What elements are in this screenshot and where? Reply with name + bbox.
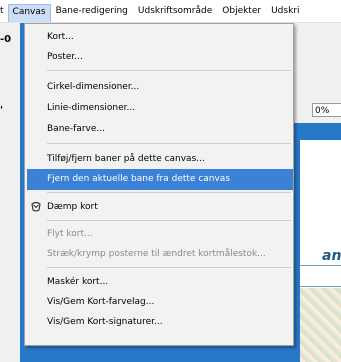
menu-item-vis-gem-kort-farvelag[interactable]: Vis/Gem Kort-farvelag... [27,292,293,313]
map-image [300,288,341,362]
canvas-line [300,265,341,266]
menu-canvas[interactable]: Canvas [7,4,51,22]
menu-item-masker-kort[interactable]: Maskér kort... [27,272,293,293]
menu-separator [47,267,291,268]
menu-item-poster[interactable]: Poster... [27,47,293,68]
menu-item-linie-dimensioner[interactable]: Linie-dimensioner... [27,98,293,119]
toolbar-fragment: ' [0,105,4,116]
menu-separator [47,220,291,221]
menu-item-partial[interactable]: t [0,4,7,22]
menu-separator [47,70,291,71]
menu-objekter[interactable]: Objekter [217,4,266,22]
menu-udskriv-partial[interactable]: Udskri [266,4,304,22]
zoom-field[interactable]: 0% [312,103,341,117]
menu-item-fjern-aktuelle-bane[interactable]: Fjern den aktuelle bane fra dette canvas [27,169,293,190]
check-icon [31,201,41,212]
menu-item-kort[interactable]: Kort... [27,27,293,48]
canvas-dropdown-menu: Kort... Poster... Cirkel-dimensioner... … [24,23,294,346]
menu-separator [47,192,291,193]
menu-bar: t Canvas Bane-redigering Udskriftsområde… [0,0,341,23]
canvas-line [300,286,341,287]
toolbar-fragment: -0 [0,34,12,45]
menu-item-vis-gem-kort-signaturer[interactable]: Vis/Gem Kort-signaturer... [27,312,293,333]
canvas-title-fragment: an [322,248,341,264]
menu-separator [47,143,291,144]
menu-item-tilfoej-fjern-baner[interactable]: Tilføj/fjern baner på dette canvas... [27,149,293,170]
menu-item-straek-krymp-poster: Stræk/krymp posterne til ændret kortmåle… [47,249,266,259]
left-toolbar: -0 ' [0,23,20,362]
menu-item-cirkel-dimensioner[interactable]: Cirkel-dimensioner... [27,77,293,98]
menu-item-label: Dæmp kort [47,202,98,212]
menu-item-bane-farve[interactable]: Bane-farve... [27,119,293,140]
canvas-area[interactable]: an [300,140,341,362]
menu-bane-redigering[interactable]: Bane-redigering [51,4,133,22]
menu-item-daemp-kort[interactable]: Dæmp kort [27,197,293,218]
menu-udskriftsomraade[interactable]: Udskriftsområde [133,4,217,22]
menu-item-flyt-kort: Flyt kort... [47,229,93,239]
